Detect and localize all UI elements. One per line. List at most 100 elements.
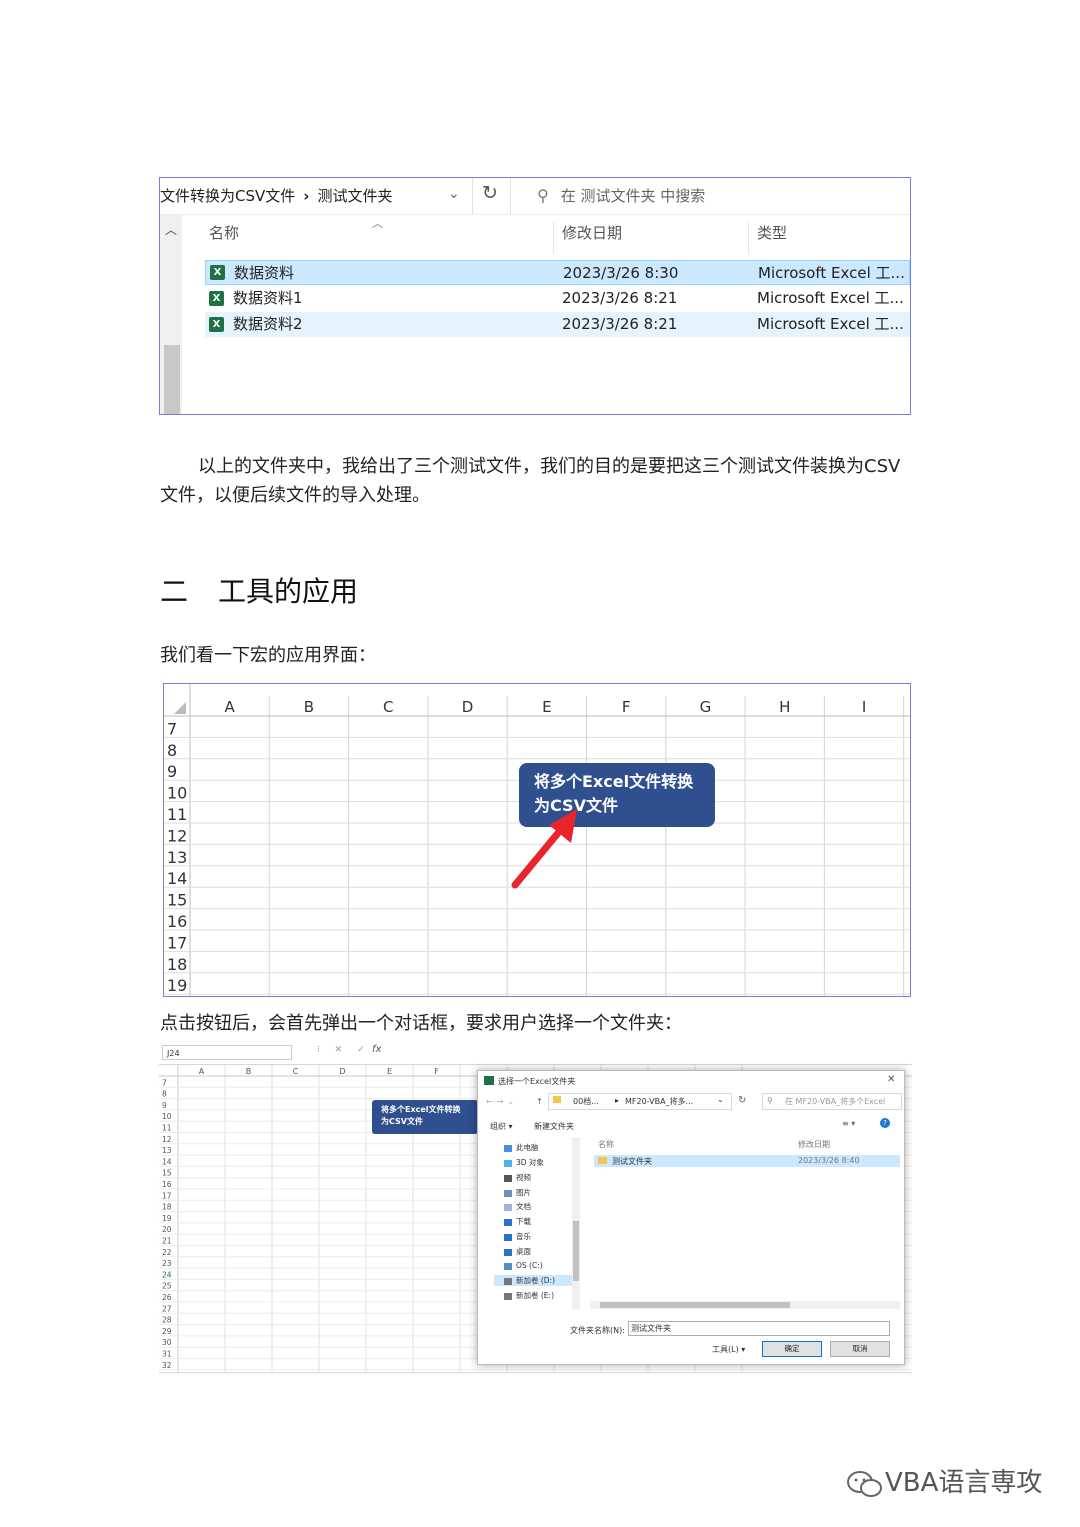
breadcrumb-separator-icon: › [303, 187, 310, 205]
row-header: 12 [162, 1135, 172, 1144]
folder-name-input[interactable]: 测试文件夹 [628, 1321, 890, 1336]
ok-button[interactable]: 确定 [762, 1341, 822, 1357]
watermark-text: VBA语言専攻 [885, 1468, 1043, 1498]
nav-scrollbar[interactable] [572, 1137, 580, 1309]
nav-arrows[interactable]: ←→⌄ [486, 1097, 518, 1106]
path-box[interactable]: 00档... ▸ MF20-VBA_将多... ⌄ [548, 1093, 732, 1110]
row-header: 31 [162, 1350, 172, 1359]
column-header: F [434, 1067, 439, 1076]
file-row[interactable]: X 数据资料1 2023/3/26 8:21 Microsoft Excel 工… [205, 286, 910, 311]
path-item[interactable]: 00档... [573, 1096, 599, 1107]
chevron-down-icon[interactable]: ⌄ [448, 186, 460, 202]
row-header: 10 [162, 1112, 172, 1121]
nav-item[interactable]: 下载 [516, 1217, 531, 1226]
cancel-button[interactable]: 取消 [830, 1341, 890, 1357]
folder-name-value: 测试文件夹 [631, 1324, 671, 1333]
nav-pane: 此电脑 3D 对象 视频 图片 文档 下载 音乐 桌面 OS (C:) 新加卷 … [482, 1137, 582, 1309]
row-header: 7 [167, 719, 177, 738]
close-icon[interactable]: ✕ [887, 1074, 895, 1085]
horizontal-scrollbar[interactable] [590, 1301, 900, 1309]
formula-buttons: ⁝ ✕ ✓ [317, 1045, 371, 1055]
divider [472, 178, 473, 214]
folder-row[interactable]: 测试文件夹 2023/3/26 8:40 [594, 1155, 900, 1167]
paragraph: 我们看一下宏的应用界面： [160, 645, 376, 666]
nav-item[interactable]: 新加卷 (E:) [516, 1291, 554, 1300]
nav-item[interactable]: 新加卷 (D:) [516, 1276, 555, 1285]
column-divider[interactable] [748, 222, 749, 254]
file-modified: 2023/3/26 8:21 [562, 289, 678, 307]
breadcrumb-item[interactable]: 测试文件夹 [317, 187, 392, 205]
column-header-type[interactable]: 类型 [757, 222, 787, 243]
column-header-name[interactable]: 名称 [209, 222, 239, 243]
folder-name-label: 文件夹名称(N): [570, 1326, 625, 1335]
column-header: F [622, 698, 631, 716]
nav-item[interactable]: 图片 [516, 1188, 531, 1197]
search-placeholder: 在 MF20-VBA_将多个Excel [785, 1097, 886, 1106]
row-header: 10 [167, 784, 187, 803]
column-header-modified[interactable]: 修改日期 [562, 222, 622, 243]
dialog-search-box[interactable]: ⚲ 在 MF20-VBA_将多个Excel [762, 1093, 902, 1110]
select-folder-dialog: 选择一个Excel文件夹 ✕ ←→⌄ ↑ 00档... ▸ MF20-VBA_将… [477, 1070, 905, 1365]
scroll-thumb[interactable] [164, 345, 180, 414]
file-row[interactable]: X 数据资料2 2023/3/26 8:21 Microsoft Excel 工… [205, 312, 910, 337]
column-header: H [779, 698, 790, 716]
column-header-modified[interactable]: 修改日期 [798, 1139, 830, 1150]
nav-item[interactable]: OS (C:) [516, 1261, 543, 1270]
row-header: 8 [167, 741, 177, 760]
paragraph: 点击按钮后，会首先弹出一个对话框，要求用户选择一个文件夹： [160, 1013, 682, 1034]
row-header: 14 [167, 869, 187, 888]
excel-file-icon: X [209, 291, 224, 306]
refresh-icon[interactable]: ↻ [738, 1095, 746, 1106]
name-box[interactable]: J24 [162, 1045, 292, 1060]
file-name: 数据资料2 [233, 315, 303, 333]
row-header: 16 [167, 912, 187, 931]
row-header: 7 [162, 1078, 167, 1087]
new-folder-button[interactable]: 新建文件夹 [534, 1121, 574, 1132]
breadcrumb-item[interactable]: 文件转换为CSV文件 [160, 187, 295, 205]
convert-macro-button-small[interactable]: 将多个Excel文件转换 为CSV文件 [372, 1100, 478, 1134]
view-options-icon[interactable]: ≡ ▾ [842, 1119, 855, 1128]
column-header: C [293, 1067, 299, 1076]
row-header: 22 [162, 1248, 172, 1257]
section-number: 二 [160, 575, 189, 608]
path-item[interactable]: MF20-VBA_将多... [625, 1096, 693, 1107]
row-header: 18 [167, 955, 187, 974]
row-header: 30 [162, 1338, 172, 1347]
paragraph: 以上的文件夹中，我给出了三个测试文件，我们的目的是要把这三个测试文件装换为CSV… [160, 456, 901, 506]
chevron-down-icon[interactable]: ⌄ [717, 1095, 724, 1104]
folder-icon [553, 1096, 561, 1103]
fx-icon[interactable]: fx [372, 1044, 381, 1055]
excel-file-icon: X [210, 265, 225, 280]
column-header-name[interactable]: 名称 [598, 1139, 614, 1150]
help-icon[interactable]: ? [880, 1118, 890, 1128]
file-row[interactable]: X 数据资料 2023/3/26 8:30 Microsoft Excel 工.… [205, 260, 910, 285]
row-header: 26 [162, 1293, 172, 1302]
column-divider[interactable] [553, 222, 554, 254]
column-header: B [304, 698, 314, 716]
button-label-line: 将多个Excel文件转换 [381, 1105, 461, 1114]
nav-item[interactable]: 音乐 [516, 1232, 531, 1241]
dialog-title: 选择一个Excel文件夹 [498, 1077, 576, 1086]
section-title: 工具的应用 [218, 575, 359, 608]
organize-menu[interactable]: 组织 ▾ [490, 1121, 513, 1132]
up-icon[interactable]: ↑ [536, 1097, 543, 1106]
column-header: C [383, 698, 393, 716]
row-header: 17 [167, 933, 187, 952]
folder-dialog-screenshot: J24 ⁝ ✕ ✓ fx A B C D E F 7 8 9 10 11 12 13 14 15 16 17 18… [159, 1042, 912, 1373]
nav-pane-scrollbar[interactable]: ︿ [160, 215, 182, 414]
column-header: A [225, 698, 236, 716]
scroll-up-icon[interactable]: ︿ [165, 221, 177, 238]
nav-item[interactable]: 文档 [516, 1202, 531, 1211]
column-header: D [462, 698, 474, 716]
folder-name: 测试文件夹 [612, 1157, 652, 1166]
nav-item[interactable]: 3D 对象 [516, 1158, 544, 1167]
nav-item[interactable]: 视频 [516, 1173, 531, 1182]
nav-item[interactable]: 桌面 [516, 1247, 531, 1256]
red-arrow-icon [511, 809, 577, 889]
watermark: VBA语言専攻 [845, 1462, 1042, 1499]
tools-menu[interactable]: 工具(L) ▾ [712, 1344, 745, 1355]
refresh-icon[interactable]: ↻ [482, 182, 498, 204]
search-box[interactable]: ⚲ 在 测试文件夹 中搜索 [523, 178, 909, 214]
file-modified: 2023/3/26 8:21 [562, 315, 678, 333]
nav-item[interactable]: 此电脑 [516, 1143, 539, 1152]
